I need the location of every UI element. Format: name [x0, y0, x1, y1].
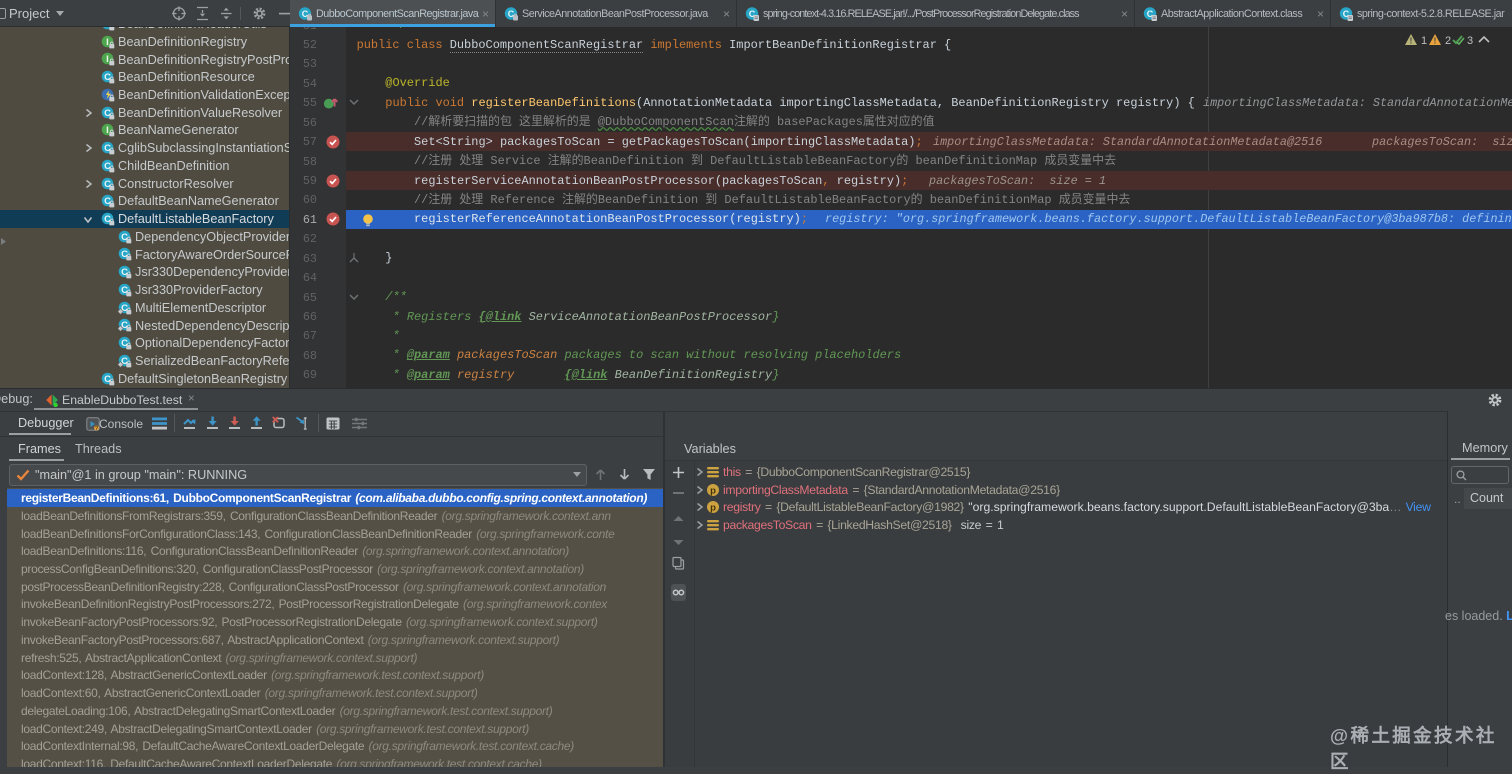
svg-text:I: I	[106, 37, 109, 48]
svg-text:p: p	[710, 485, 716, 496]
svg-text:!: !	[1434, 37, 1437, 46]
svg-text:2: 2	[1445, 35, 1451, 47]
svg-text:p: p	[710, 503, 716, 514]
svg-text:3: 3	[1467, 35, 1473, 47]
svg-text:I: I	[106, 125, 109, 136]
svg-text:!: !	[1410, 37, 1413, 46]
svg-text:I: I	[106, 54, 109, 65]
svg-text:1: 1	[1421, 35, 1427, 47]
